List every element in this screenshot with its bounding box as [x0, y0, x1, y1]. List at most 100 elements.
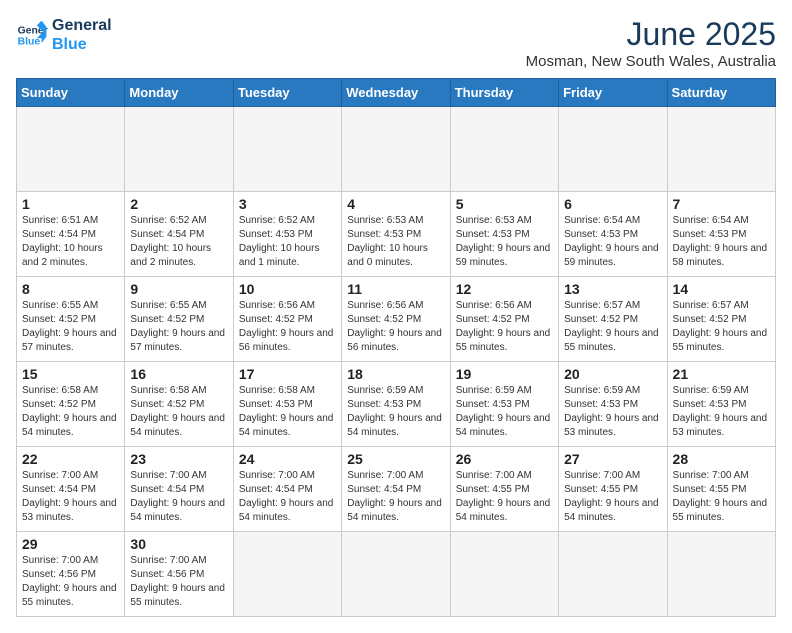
calendar-cell: 13Sunrise: 6:57 AMSunset: 4:52 PMDayligh… [559, 277, 667, 362]
day-info: Sunrise: 6:51 AMSunset: 4:54 PMDaylight:… [22, 214, 119, 270]
logo-icon: General Blue [16, 19, 48, 51]
calendar-week-row: 1 Sunrise: 6:51 AMSunset: 4:54 PMDaylight… [17, 192, 776, 277]
calendar-cell: 9 Sunrise: 6:55 AMSunset: 4:52 PMDaylight… [125, 277, 233, 362]
weekday-header-wednesday: Wednesday [342, 79, 450, 107]
calendar-week-row: 29 Sunrise: 7:00 AMSunset: 4:56 PMDayligh… [17, 532, 776, 617]
calendar-cell: 22Sunrise: 7:00 AMSunset: 4:54 PMDayligh… [17, 447, 125, 532]
location-title: Mosman, New South Wales, Australia [526, 53, 776, 70]
day-number: 1 [22, 196, 119, 212]
calendar-cell: 17 Sunrise: 6:58 AMSunset: 4:53 PMDayligh… [233, 362, 341, 447]
day-number: 15 [22, 366, 119, 382]
calendar-cell: 10 Sunrise: 6:56 AMSunset: 4:52 PMDayligh… [233, 277, 341, 362]
calendar-cell [450, 532, 558, 617]
calendar-cell: 19Sunrise: 6:59 AMSunset: 4:53 PMDayligh… [450, 362, 558, 447]
day-info: Sunrise: 7:00 AMSunset: 4:55 PMDaylight:… [673, 469, 770, 525]
day-number: 20 [564, 366, 661, 382]
calendar-cell [233, 532, 341, 617]
calendar-cell [667, 532, 775, 617]
day-number: 27 [564, 451, 661, 467]
calendar-cell [559, 532, 667, 617]
logo-blue: Blue [52, 35, 112, 54]
day-info: Sunrise: 6:58 AMSunset: 4:53 PMDaylight:… [239, 384, 336, 440]
day-info: Sunrise: 6:56 AMSunset: 4:52 PMDaylight:… [239, 299, 336, 355]
calendar-cell [17, 107, 125, 192]
day-info: Sunrise: 6:59 AMSunset: 4:53 PMDaylight:… [673, 384, 770, 440]
day-info: Sunrise: 6:54 AMSunset: 4:53 PMDaylight:… [564, 214, 661, 270]
calendar-cell: 5 Sunrise: 6:53 AMSunset: 4:53 PMDaylight… [450, 192, 558, 277]
calendar-cell: 4 Sunrise: 6:53 AMSunset: 4:53 PMDaylight… [342, 192, 450, 277]
day-info: Sunrise: 7:00 AMSunset: 4:55 PMDaylight:… [456, 469, 553, 525]
calendar-cell [125, 107, 233, 192]
day-number: 5 [456, 196, 553, 212]
weekday-header-friday: Friday [559, 79, 667, 107]
day-info: Sunrise: 6:57 AMSunset: 4:52 PMDaylight:… [673, 299, 770, 355]
weekday-header-row: SundayMondayTuesdayWednesdayThursdayFrid… [17, 79, 776, 107]
calendar-cell: 8Sunrise: 6:55 AMSunset: 4:52 PMDaylight… [17, 277, 125, 362]
calendar-cell [450, 107, 558, 192]
weekday-header-sunday: Sunday [17, 79, 125, 107]
day-number: 22 [22, 451, 119, 467]
day-number: 11 [347, 281, 444, 297]
month-title: June 2025 [526, 16, 776, 53]
day-info: Sunrise: 6:53 AMSunset: 4:53 PMDaylight:… [347, 214, 444, 270]
calendar-cell: 26 Sunrise: 7:00 AMSunset: 4:55 PMDayligh… [450, 447, 558, 532]
day-number: 17 [239, 366, 336, 382]
calendar-cell: 1 Sunrise: 6:51 AMSunset: 4:54 PMDaylight… [17, 192, 125, 277]
day-number: 18 [347, 366, 444, 382]
calendar-cell: 2Sunrise: 6:52 AMSunset: 4:54 PMDaylight… [125, 192, 233, 277]
logo: General Blue General Blue [16, 16, 112, 54]
day-number: 23 [130, 451, 227, 467]
weekday-header-tuesday: Tuesday [233, 79, 341, 107]
day-number: 9 [130, 281, 227, 297]
day-number: 4 [347, 196, 444, 212]
day-info: Sunrise: 6:58 AMSunset: 4:52 PMDaylight:… [22, 384, 119, 440]
day-number: 29 [22, 536, 119, 552]
day-info: Sunrise: 6:58 AMSunset: 4:52 PMDaylight:… [130, 384, 227, 440]
day-number: 25 [347, 451, 444, 467]
calendar-week-row [17, 107, 776, 192]
day-info: Sunrise: 6:59 AMSunset: 4:53 PMDaylight:… [456, 384, 553, 440]
calendar-cell: 14 Sunrise: 6:57 AMSunset: 4:52 PMDayligh… [667, 277, 775, 362]
calendar-cell: 3Sunrise: 6:52 AMSunset: 4:53 PMDaylight… [233, 192, 341, 277]
day-info: Sunrise: 7:00 AMSunset: 4:54 PMDaylight:… [347, 469, 444, 525]
day-number: 14 [673, 281, 770, 297]
day-number: 24 [239, 451, 336, 467]
weekday-header-saturday: Saturday [667, 79, 775, 107]
calendar-cell [342, 107, 450, 192]
day-info: Sunrise: 6:54 AMSunset: 4:53 PMDaylight:… [673, 214, 770, 270]
calendar-week-row: 22 Sunrise: 7:00 AMSunset: 4:54 PMDayligh… [17, 447, 776, 532]
calendar-cell: 7 Sunrise: 6:54 AMSunset: 4:53 PMDaylight… [667, 192, 775, 277]
day-number: 7 [673, 196, 770, 212]
title-area: June 2025 Mosman, New South Wales, Austr… [526, 16, 776, 70]
calendar-cell: 15 Sunrise: 6:58 AMSunset: 4:52 PMDayligh… [17, 362, 125, 447]
calendar-cell [342, 532, 450, 617]
calendar-cell: 18Sunrise: 6:59 AMSunset: 4:53 PMDayligh… [342, 362, 450, 447]
day-number: 16 [130, 366, 227, 382]
day-number: 10 [239, 281, 336, 297]
day-info: Sunrise: 7:00 AMSunset: 4:56 PMDaylight:… [22, 554, 119, 610]
day-info: Sunrise: 6:53 AMSunset: 4:53 PMDaylight:… [456, 214, 553, 270]
calendar-cell: 6Sunrise: 6:54 AMSunset: 4:53 PMDaylight… [559, 192, 667, 277]
calendar-cell: 12 Sunrise: 6:56 AMSunset: 4:52 PMDayligh… [450, 277, 558, 362]
calendar-cell: 24 Sunrise: 7:00 AMSunset: 4:54 PMDayligh… [233, 447, 341, 532]
calendar-cell: 25 Sunrise: 7:00 AMSunset: 4:54 PMDayligh… [342, 447, 450, 532]
day-info: Sunrise: 6:55 AMSunset: 4:52 PMDaylight:… [130, 299, 227, 355]
day-number: 12 [456, 281, 553, 297]
calendar-week-row: 15 Sunrise: 6:58 AMSunset: 4:52 PMDayligh… [17, 362, 776, 447]
day-number: 26 [456, 451, 553, 467]
calendar-cell: 21Sunrise: 6:59 AMSunset: 4:53 PMDayligh… [667, 362, 775, 447]
day-number: 28 [673, 451, 770, 467]
calendar-cell: 28 Sunrise: 7:00 AMSunset: 4:55 PMDayligh… [667, 447, 775, 532]
day-info: Sunrise: 7:00 AMSunset: 4:56 PMDaylight:… [130, 554, 227, 610]
day-number: 2 [130, 196, 227, 212]
calendar-cell [667, 107, 775, 192]
calendar-cell: 16 Sunrise: 6:58 AMSunset: 4:52 PMDayligh… [125, 362, 233, 447]
calendar-cell: 30Sunrise: 7:00 AMSunset: 4:56 PMDayligh… [125, 532, 233, 617]
calendar-week-row: 8Sunrise: 6:55 AMSunset: 4:52 PMDaylight… [17, 277, 776, 362]
day-info: Sunrise: 6:56 AMSunset: 4:52 PMDaylight:… [347, 299, 444, 355]
day-info: Sunrise: 6:56 AMSunset: 4:52 PMDaylight:… [456, 299, 553, 355]
svg-text:Blue: Blue [18, 37, 41, 48]
day-info: Sunrise: 7:00 AMSunset: 4:54 PMDaylight:… [239, 469, 336, 525]
logo-general: General [52, 16, 112, 35]
day-number: 3 [239, 196, 336, 212]
